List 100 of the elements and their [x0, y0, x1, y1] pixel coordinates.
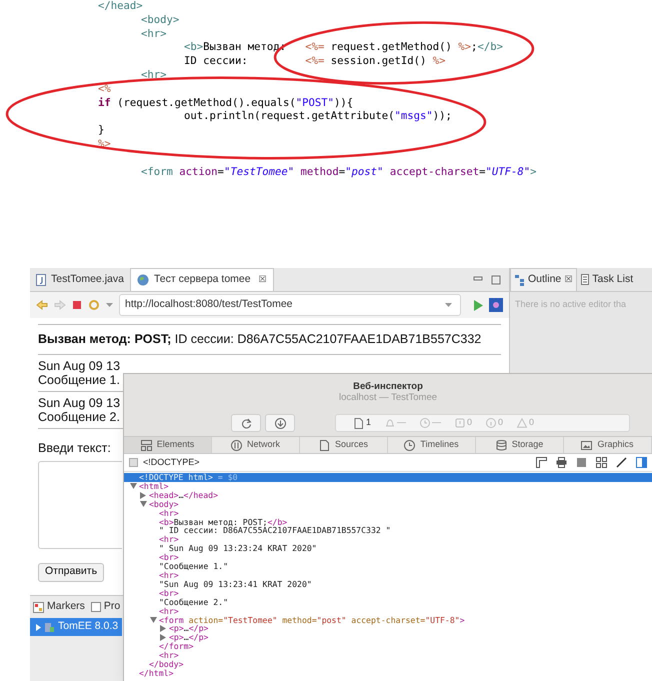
collapsed-arrow-icon[interactable] — [140, 492, 146, 499]
dom-node[interactable]: <br> — [124, 553, 652, 562]
dom-node[interactable]: <body> — [124, 500, 652, 509]
closing-tag: </body> — [149, 660, 184, 669]
dom-node[interactable]: "Сообщение 2." — [124, 598, 652, 607]
inspector-tab[interactable]: Sources — [300, 437, 388, 453]
sidebar-icon[interactable] — [636, 457, 647, 468]
expanded-arrow-icon[interactable] — [150, 616, 157, 623]
inspector-tab[interactable]: Graphics — [564, 437, 652, 453]
dom-node[interactable]: " ID сессии: D86A7C55AC2107FAAE1DAB71B557C332 " — [124, 526, 652, 536]
window-title: Веб-инспектор — [353, 381, 423, 392]
dom-node[interactable]: "Sun Aug 09 13:23:41 KRAT 2020" — [124, 580, 652, 589]
reload-icon — [240, 418, 252, 428]
server-row[interactable]: TomEE 8.0.3 — [30, 618, 122, 636]
status-count: 0 — [467, 416, 472, 430]
panel-tab[interactable]: Markers — [33, 599, 85, 615]
code-line: <body> — [140, 14, 180, 28]
expanded-arrow-icon[interactable] — [140, 501, 147, 508]
maximize-icon[interactable] — [491, 274, 501, 284]
download-button[interactable] — [265, 414, 295, 432]
message-date: Sun Aug 09 13 — [38, 358, 120, 373]
message-text: Сообщение 1. — [38, 372, 120, 387]
dom-node[interactable]: "Сообщение 1." — [124, 562, 652, 571]
editor-tab[interactable]: Тест сервера tomee ☒ — [130, 268, 274, 291]
inspector-tab[interactable]: Elements — [124, 437, 212, 453]
grid-icon[interactable] — [596, 457, 607, 468]
network-icon — [230, 440, 242, 450]
url-field[interactable]: http://localhost:8080/test/TestTomee — [119, 294, 461, 316]
caret-icon[interactable] — [106, 302, 113, 308]
inspector-tab[interactable]: Network — [212, 437, 300, 453]
inspector-tab[interactable]: Storage — [476, 437, 564, 453]
dom-node[interactable]: <br> — [124, 588, 652, 598]
breadcrumb[interactable]: <!DOCTYPE> — [143, 456, 200, 470]
expand-arrow-icon — [36, 624, 41, 630]
error-icon — [455, 418, 466, 428]
code-line: <hr> — [140, 68, 168, 83]
java-file-icon — [36, 274, 46, 286]
dom-node[interactable]: <head>…</head> — [124, 490, 652, 500]
clock-icon — [420, 418, 430, 428]
stop-icon[interactable] — [72, 300, 82, 310]
status-count: 0 — [498, 416, 504, 430]
panel-tab[interactable]: Outline ☒ — [510, 268, 578, 291]
closing-tag: </form> — [159, 642, 194, 652]
code-line: <% — [98, 82, 112, 97]
dom-node[interactable]: " Sun Aug 09 13:23:24 KRAT 2020" — [124, 544, 652, 554]
clock-icon — [404, 440, 416, 450]
download-icon — [274, 418, 286, 428]
go-icon[interactable] — [473, 300, 483, 310]
elements-icon — [140, 440, 152, 450]
code-line: </head> — [98, 0, 144, 14]
print-icon[interactable] — [556, 457, 567, 468]
close-icon[interactable]: ☒ — [564, 273, 572, 287]
reload-button[interactable] — [231, 414, 261, 432]
globe-icon — [136, 274, 149, 286]
storage-icon — [496, 440, 507, 450]
markers-icon — [33, 602, 44, 612]
pencil-icon[interactable] — [616, 457, 627, 468]
submit-button[interactable]: Отправить — [38, 562, 104, 582]
status-count: — — [432, 416, 442, 430]
expanded-arrow-icon[interactable] — [130, 483, 137, 490]
document-icon — [318, 440, 330, 450]
dom-node[interactable]: <p>…</p> — [124, 633, 652, 642]
status-count: — — [397, 416, 406, 430]
status-count: 0 — [529, 416, 534, 430]
code-line: %> — [98, 138, 112, 152]
input-label: Введи текст: — [38, 440, 111, 457]
close-icon[interactable]: ☒ — [258, 273, 267, 287]
dom-node[interactable]: <hr> — [124, 508, 652, 518]
inspector-tab[interactable]: Timelines — [388, 437, 476, 453]
image-icon — [581, 440, 592, 450]
empty-message: There is no active editor tha — [515, 298, 626, 311]
doc-icon — [354, 418, 364, 428]
outline-icon — [515, 274, 525, 286]
panel-tab[interactable]: Pro — [90, 599, 120, 615]
code-line: } — [98, 124, 106, 138]
square-icon[interactable] — [576, 457, 587, 468]
window-subtitle: localhost — TestTomee — [338, 392, 438, 403]
page-heading: Вызван метод: POST; ID сессии: D86A7C55AC2107FAAE1DAB71B557C332 — [38, 331, 482, 348]
caret-icon[interactable] — [445, 302, 452, 308]
info-icon — [486, 418, 496, 428]
message-date: Sun Aug 09 13 — [38, 396, 120, 410]
bell-icon — [385, 418, 396, 428]
dom-node[interactable]: <p>…</p> — [124, 624, 652, 634]
code-line: <hr> — [140, 28, 168, 42]
code-line: ID сессии: <%= session.getId() %> — [183, 55, 447, 69]
panel-tab[interactable]: Task List — [577, 268, 638, 291]
dom-node[interactable]: <b>Вызван метод: POST;</b> — [124, 518, 652, 526]
dom-node[interactable]: <hr> — [124, 570, 652, 580]
dom-node[interactable]: <!DOCTYPE html> = $0 — [124, 473, 652, 482]
dom-node[interactable]: <form action="TestTomee" method="post" accept-charset="UTF-8"> — [124, 616, 652, 624]
panel-icon — [90, 602, 101, 612]
dom-node[interactable]: <hr> — [124, 651, 652, 660]
ruler-icon[interactable] — [536, 457, 547, 468]
dom-node[interactable]: <hr> — [124, 606, 652, 616]
dom-node[interactable]: <hr> — [124, 535, 652, 544]
app-icon[interactable] — [489, 298, 503, 312]
closing-tag: </html> — [139, 668, 174, 678]
code-line: out.println(request.getAttribute("msgs")); — [183, 110, 453, 124]
dom-node[interactable]: <html> — [124, 482, 652, 491]
back-arrow-icon[interactable] — [36, 300, 48, 310]
